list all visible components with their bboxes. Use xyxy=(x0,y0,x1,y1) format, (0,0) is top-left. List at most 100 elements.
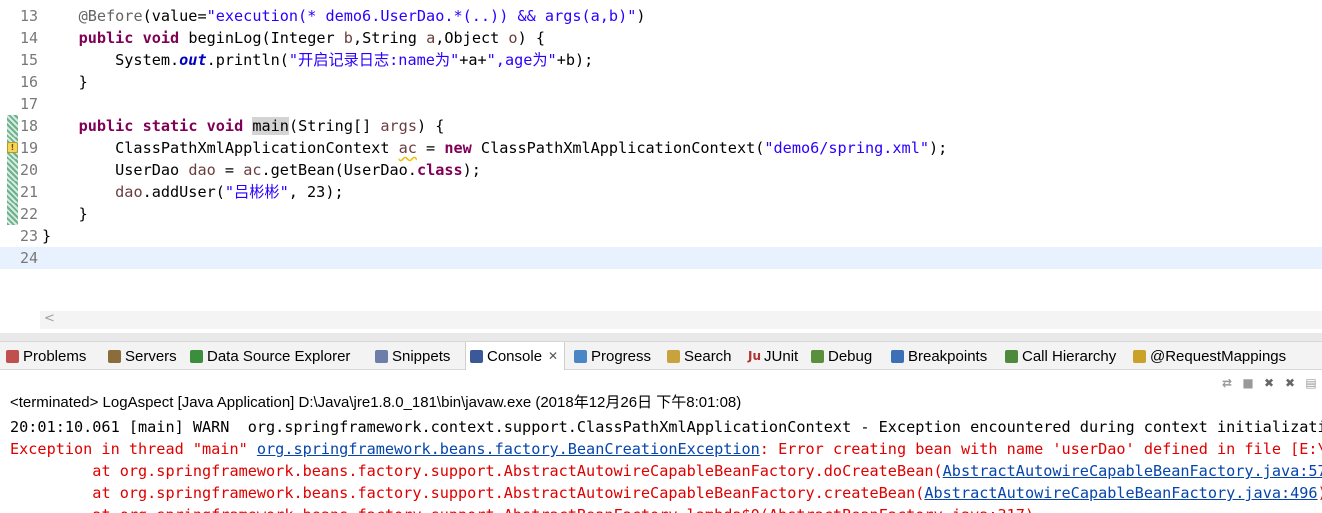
console-text: at org.springframework.beans.factory.sup… xyxy=(10,462,943,480)
code-token: out xyxy=(179,51,207,69)
line-number: 22 xyxy=(20,205,39,223)
code-token: , 23); xyxy=(288,183,344,201)
code-token: ); xyxy=(928,139,948,157)
tab-label: @RequestMappings xyxy=(1150,347,1287,365)
code-token: ac xyxy=(398,139,417,157)
tab-problems[interactable]: Problems xyxy=(6,342,86,370)
console-view[interactable]: ⇄ ■ ✖ ✖ ▤ <terminated> LogAspect [Java Appli… xyxy=(0,370,1322,513)
code-token: } xyxy=(42,205,88,223)
code-token: args xyxy=(380,117,417,135)
tab-label: Data Source Explorer xyxy=(207,347,351,365)
tab-snippets[interactable]: Snippets xyxy=(375,342,450,370)
tab-label: Breakpoints xyxy=(908,347,988,365)
terminate-icon[interactable]: ■ xyxy=(1241,376,1255,390)
console-line: at org.springframework.beans.factory.sup… xyxy=(10,460,1322,482)
tab-label: Snippets xyxy=(392,347,451,365)
view-tab-bar: Problems Servers Data Source Explorer Snipp… xyxy=(0,341,1322,370)
code-text: public static void main(String[] args) { xyxy=(42,115,444,137)
line-number: 15 xyxy=(20,51,39,69)
code-token: public xyxy=(78,29,134,47)
code-line[interactable]: 24 xyxy=(0,247,1322,269)
code-line[interactable]: 22 } xyxy=(0,203,1322,225)
horizontal-scrollbar[interactable]: < xyxy=(40,311,1322,329)
code-line[interactable]: 18 public static void main(String[] args… xyxy=(0,115,1322,137)
tab-label: Call Hierarchy xyxy=(1022,347,1117,365)
code-token: ClassPathXmlApplicationContext xyxy=(42,139,399,157)
code-line[interactable]: 23} xyxy=(0,225,1322,247)
tab-data-source-explorer[interactable]: Data Source Explorer xyxy=(190,342,350,370)
tab-servers[interactable]: Servers xyxy=(108,342,177,370)
tab-junit[interactable]: Ju JUnit xyxy=(748,342,798,370)
code-token: "demo6/spring.xml" xyxy=(764,139,929,157)
code-token: (String[] xyxy=(288,117,381,135)
code-token: new xyxy=(444,139,472,157)
code-token: ); xyxy=(462,161,481,179)
code-line[interactable]: 14 public void beginLog(Integer b,String… xyxy=(0,27,1322,49)
code-token: "execution(* demo6.UserDao.*(..)) && arg… xyxy=(206,7,637,25)
code-token: class xyxy=(416,161,463,179)
tab-debug[interactable]: Debug xyxy=(811,342,872,370)
tab-requestmappings[interactable]: @RequestMappings xyxy=(1133,342,1286,370)
pin-console-icon[interactable]: ⇄ xyxy=(1220,376,1234,390)
tab-breakpoints[interactable]: Breakpoints xyxy=(891,342,987,370)
tab-progress[interactable]: Progress xyxy=(574,342,651,370)
code-text: public void beginLog(Integer b,String a,… xyxy=(42,27,545,49)
stacktrace-link[interactable]: AbstractAutowireCapableBeanFactory.java:… xyxy=(924,484,1317,502)
code-line[interactable]: 16 } xyxy=(0,71,1322,93)
tab-console[interactable]: Console ✕ xyxy=(465,342,566,370)
code-text: System.out.println("开启记录日志:name为"+a+",ag… xyxy=(42,49,593,71)
remove-all-terminated-icon[interactable]: ✖ xyxy=(1283,376,1297,390)
tab-call-hierarchy[interactable]: Call Hierarchy xyxy=(1005,342,1116,370)
console-text: at org.springframework.beans.factory.sup… xyxy=(10,506,1034,513)
code-token: } xyxy=(42,227,52,245)
close-icon[interactable]: ✕ xyxy=(548,349,558,363)
code-token: ",age为" xyxy=(486,51,557,69)
stacktrace-link[interactable]: org.springframework.beans.factory.BeanCr… xyxy=(257,440,760,458)
servers-icon xyxy=(108,349,121,363)
code-line[interactable]: 21 dao.addUser("吕彬彬", 23); xyxy=(0,181,1322,203)
code-text: @Before(value="execution(* demo6.UserDao… xyxy=(42,5,646,27)
code-line[interactable]: 13 @Before(value="execution(* demo6.User… xyxy=(0,5,1322,27)
code-token: .getBean(UserDao. xyxy=(261,161,417,179)
code-editor[interactable]: 13 @Before(value="execution(* demo6.User… xyxy=(0,0,1322,333)
code-token: beginLog(Integer xyxy=(179,29,344,47)
tab-search[interactable]: Search xyxy=(667,342,732,370)
code-text: } xyxy=(42,203,88,225)
stacktrace-link[interactable]: AbstractAutowireCapableBeanFactory.java:… xyxy=(943,462,1322,480)
line-number: 14 xyxy=(20,29,39,47)
code-token: = xyxy=(215,161,244,179)
scroll-lock-icon[interactable]: ▤ xyxy=(1304,376,1318,390)
code-token: ) { xyxy=(517,29,545,47)
problems-icon xyxy=(6,349,19,363)
code-line[interactable]: 20 UserDao dao = ac.getBean(UserDao.clas… xyxy=(0,159,1322,181)
data-source-explorer-icon xyxy=(190,349,203,363)
scroll-left-arrow-icon[interactable]: < xyxy=(44,311,55,326)
code-token: .println( xyxy=(206,51,289,69)
code-line[interactable]: 15 System.out.println("开启记录日志:name为"+a+"… xyxy=(0,49,1322,71)
console-line: at org.springframework.beans.factory.sup… xyxy=(10,482,1322,504)
line-number: 20 xyxy=(20,161,39,179)
console-line: Exception in thread "main" org.springfra… xyxy=(10,438,1322,460)
code-text: dao.addUser("吕彬彬", 23); xyxy=(42,181,344,203)
console-text: 20:01:10.061 [main] WARN org.springframe… xyxy=(10,418,1322,436)
breakpoints-icon xyxy=(891,349,904,363)
line-number: 17 xyxy=(20,95,39,113)
code-text: } xyxy=(42,225,51,247)
code-token: main xyxy=(252,117,289,135)
remove-launch-icon[interactable]: ✖ xyxy=(1262,376,1276,390)
code-token: dao xyxy=(188,161,216,179)
code-line[interactable]: ! 19 ClassPathXmlApplicationContext ac = … xyxy=(0,137,1322,159)
line-number: 24 xyxy=(20,249,39,267)
code-line[interactable]: 17 xyxy=(0,93,1322,115)
tab-label: Servers xyxy=(125,347,177,365)
code-text: ClassPathXmlApplicationContext ac = new … xyxy=(42,137,947,159)
code-token: +b); xyxy=(556,51,594,69)
console-toolbar: ⇄ ■ ✖ ✖ ▤ xyxy=(1220,372,1322,394)
line-number: 21 xyxy=(20,183,39,201)
line-number: 18 xyxy=(20,117,39,135)
panel-divider[interactable] xyxy=(0,333,1322,341)
console-text: at org.springframework.beans.factory.sup… xyxy=(10,484,925,502)
